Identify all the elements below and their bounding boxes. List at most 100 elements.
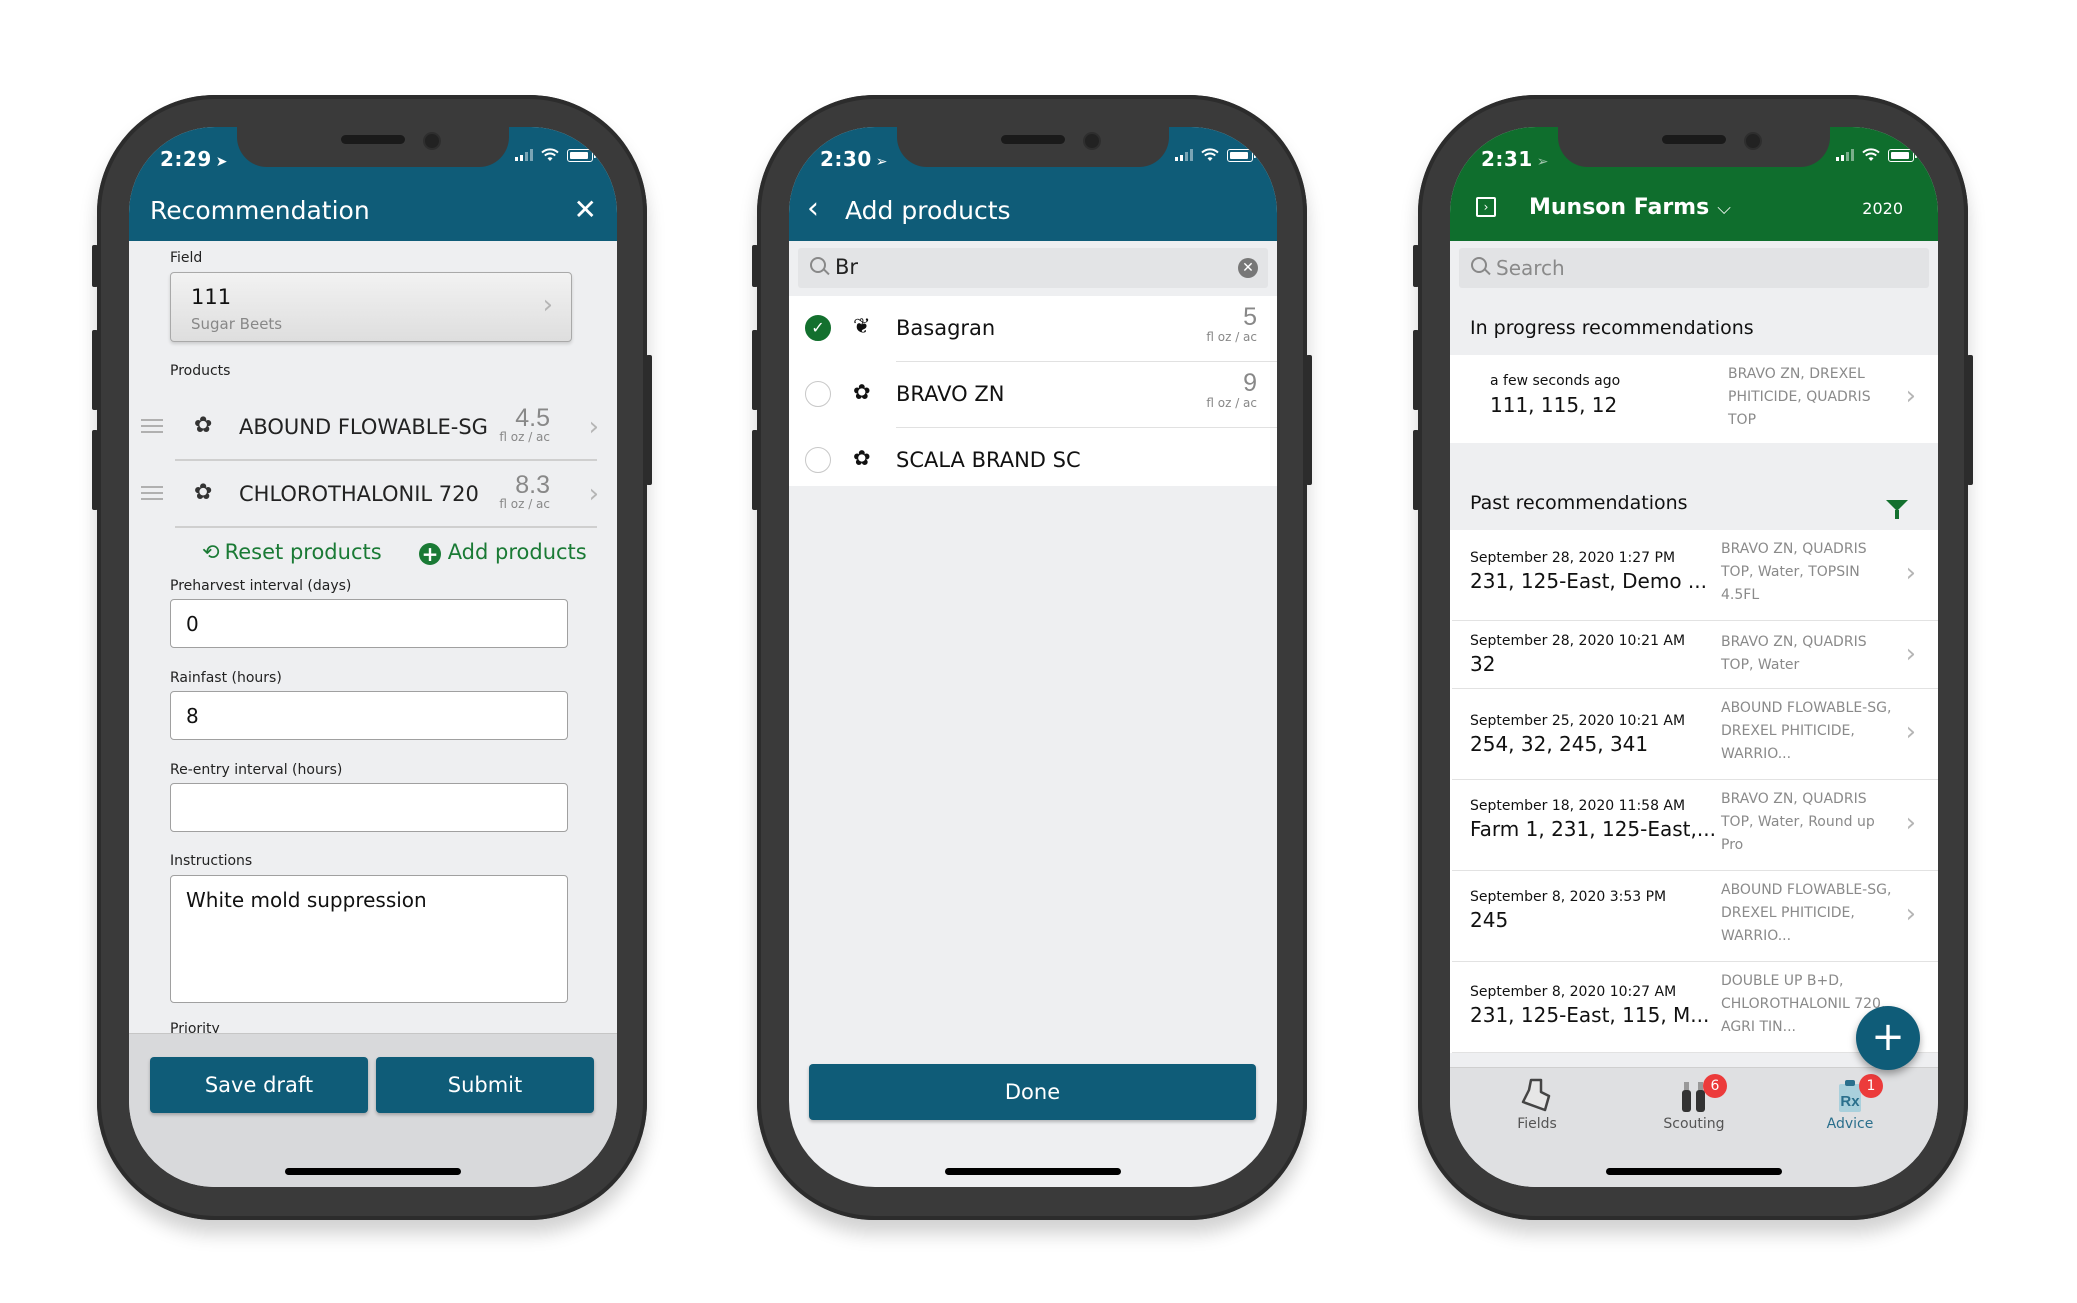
- product-list-item[interactable]: ✿ SCALA BRAND SC: [789, 428, 1277, 486]
- chevron-right-icon: ›: [1905, 558, 1916, 588]
- farm-name: Munson Farms: [1529, 195, 1710, 220]
- battery-icon: [1888, 148, 1917, 162]
- product-row[interactable]: ✿ ABOUND FLOWABLE-SG 4.5 fl oz / ac ›: [129, 395, 617, 461]
- instructions-textarea[interactable]: White mold suppression: [170, 875, 568, 1003]
- power-button: [1967, 355, 1973, 485]
- chevron-right-icon: ›: [1905, 717, 1916, 747]
- rec-time: September 25, 2020 10:21 AM: [1470, 713, 1686, 729]
- add-products-button[interactable]: + Add products: [419, 540, 587, 565]
- mute-switch: [752, 245, 758, 287]
- home-indicator: [945, 1168, 1121, 1175]
- tab-advice[interactable]: Rx 1 Advice: [1795, 1074, 1905, 1132]
- past-rec-item[interactable]: September 28, 2020 1:27 PM 231, 125-East…: [1450, 530, 1938, 621]
- reset-products-button[interactable]: ⟲ Reset products: [202, 540, 382, 564]
- rainfast-label: Rainfast (hours): [170, 670, 282, 686]
- done-button[interactable]: Done: [809, 1064, 1256, 1120]
- chevron-right-icon: ›: [1905, 808, 1916, 838]
- tab-scouting[interactable]: 6 Scouting: [1639, 1074, 1749, 1132]
- drag-handle-icon[interactable]: [141, 486, 163, 502]
- field-label: Field: [170, 250, 203, 266]
- reset-products-label: Reset products: [224, 540, 382, 564]
- season-year[interactable]: 2020: [1862, 199, 1903, 218]
- back-chevron-icon[interactable]: ‹: [807, 191, 819, 226]
- chevron-right-icon: ›: [1905, 639, 1916, 669]
- chevron-right-icon: ›: [1905, 899, 1916, 929]
- tab-fields[interactable]: Fields: [1482, 1076, 1592, 1132]
- location-arrow-icon: ➢: [1536, 154, 1549, 170]
- status-time: 2:31: [1481, 147, 1533, 171]
- rec-products: ABOUND FLOWABLE-SG, DREXEL PHITICIDE, WA…: [1721, 700, 1892, 762]
- checkbox-checked[interactable]: ✓: [805, 315, 831, 341]
- power-button: [1306, 355, 1312, 485]
- preharvest-input[interactable]: 0: [170, 599, 568, 648]
- chevron-down-icon: ⌵: [1717, 198, 1731, 219]
- tab-label: Scouting: [1663, 1116, 1725, 1132]
- past-rec-item[interactable]: September 18, 2020 11:58 AM Farm 1, 231,…: [1450, 780, 1938, 871]
- reentry-input[interactable]: [170, 783, 568, 832]
- rec-fields: Farm 1, 231, 125-East,...: [1470, 817, 1716, 841]
- sidebar-toggle-icon[interactable]: ›: [1476, 197, 1496, 217]
- past-rec-item[interactable]: September 8, 2020 3:53 PM 245 ABOUND FLO…: [1450, 871, 1938, 962]
- add-products-label: Add products: [447, 540, 587, 564]
- mute-switch: [92, 245, 98, 287]
- volume-down-button: [92, 430, 98, 510]
- past-rec-item[interactable]: September 28, 2020 10:21 AM 32 BRAVO ZN,…: [1450, 621, 1938, 689]
- rec-fields: 231, 125-East, 115, M...: [1470, 1003, 1710, 1027]
- close-icon[interactable]: ✕: [574, 193, 597, 226]
- rec-fields: 254, 32, 245, 341: [1470, 732, 1649, 756]
- notch: [1558, 127, 1830, 167]
- rec-time: September 28, 2020 10:21 AM: [1470, 633, 1686, 649]
- field-value: 111: [191, 285, 232, 309]
- product-rate: 9 fl oz / ac: [1206, 369, 1257, 410]
- products-label: Products: [170, 363, 231, 379]
- rec-products: BRAVO ZN, DREXEL PHITICIDE, QUADRIS TOP: [1728, 366, 1871, 428]
- screen: 2:30➢ ‹ Add products Br ✕ ✓ ❦ Basagran: [789, 127, 1277, 1187]
- product-rate: 8.3 fl oz / ac: [499, 471, 550, 511]
- field-boundary-icon: [1521, 1078, 1551, 1112]
- past-rec-item[interactable]: September 25, 2020 10:21 AM 254, 32, 245…: [1450, 689, 1938, 780]
- chevron-right-icon: ›: [542, 290, 553, 320]
- drag-handle-icon[interactable]: [141, 419, 163, 435]
- signal-icon: [515, 149, 533, 161]
- tab-label: Advice: [1826, 1116, 1874, 1132]
- farm-selector[interactable]: Munson Farms ⌵: [1529, 195, 1731, 220]
- rec-products: ABOUND FLOWABLE-SG, DREXEL PHITICIDE, WA…: [1721, 882, 1892, 944]
- search-bar: Br ✕: [789, 241, 1277, 296]
- wifi-icon: [541, 148, 559, 161]
- rec-fields: 111, 115, 12: [1490, 393, 1618, 417]
- herbicide-sprout-icon: ❦: [853, 314, 871, 338]
- rec-time: September 8, 2020 3:53 PM: [1470, 889, 1667, 905]
- volume-down-button: [1413, 430, 1419, 510]
- recommendation-search-input[interactable]: Search: [1459, 248, 1929, 288]
- fungicide-icon: ✿: [194, 413, 213, 438]
- product-row[interactable]: ✿ CHLOROTHALONIL 720 8.3 fl oz / ac ›: [129, 462, 617, 528]
- chevron-right-icon: ›: [588, 412, 599, 442]
- submit-button[interactable]: Submit: [376, 1057, 594, 1113]
- filter-icon[interactable]: [1886, 500, 1908, 519]
- field-selector[interactable]: 111 Sugar Beets ›: [170, 272, 572, 342]
- save-draft-button[interactable]: Save draft: [150, 1057, 368, 1113]
- volume-down-button: [752, 430, 758, 510]
- product-search-input[interactable]: Br ✕: [798, 248, 1268, 288]
- rainfast-input[interactable]: 8: [170, 691, 568, 740]
- status-time: 2:29: [160, 147, 212, 171]
- product-list-item[interactable]: ✿ BRAVO ZN 9 fl oz / ac: [789, 362, 1277, 428]
- preharvest-label: Preharvest interval (days): [170, 578, 352, 594]
- battery-icon: [1227, 148, 1256, 162]
- phone-add-products: 2:30➢ ‹ Add products Br ✕ ✓ ❦ Basagran: [752, 95, 1312, 1220]
- priority-label: Priority: [170, 1021, 220, 1033]
- divider: [175, 526, 597, 528]
- in-progress-item[interactable]: a few seconds ago 111, 115, 12 BRAVO ZN,…: [1450, 355, 1938, 443]
- volume-up-button: [92, 330, 98, 410]
- clear-search-icon[interactable]: ✕: [1238, 258, 1258, 278]
- product-list-item[interactable]: ✓ ❦ Basagran 5 fl oz / ac: [789, 296, 1277, 362]
- checkbox-unchecked[interactable]: [805, 447, 831, 473]
- checkbox-unchecked[interactable]: [805, 381, 831, 407]
- phone-recommendation: 2:29 ➤ Recommendation ✕ Field 111 Sugar B…: [92, 95, 652, 1220]
- page-title: Add products: [845, 196, 1011, 225]
- add-recommendation-fab[interactable]: +: [1856, 1006, 1920, 1070]
- phone-advice: 2:31 ➢ › Munson Farms ⌵ 2020 Search In pro…: [1413, 95, 1973, 1220]
- volume-up-button: [1413, 330, 1419, 410]
- fungicide-icon: ✿: [853, 446, 871, 470]
- notch: [897, 127, 1169, 167]
